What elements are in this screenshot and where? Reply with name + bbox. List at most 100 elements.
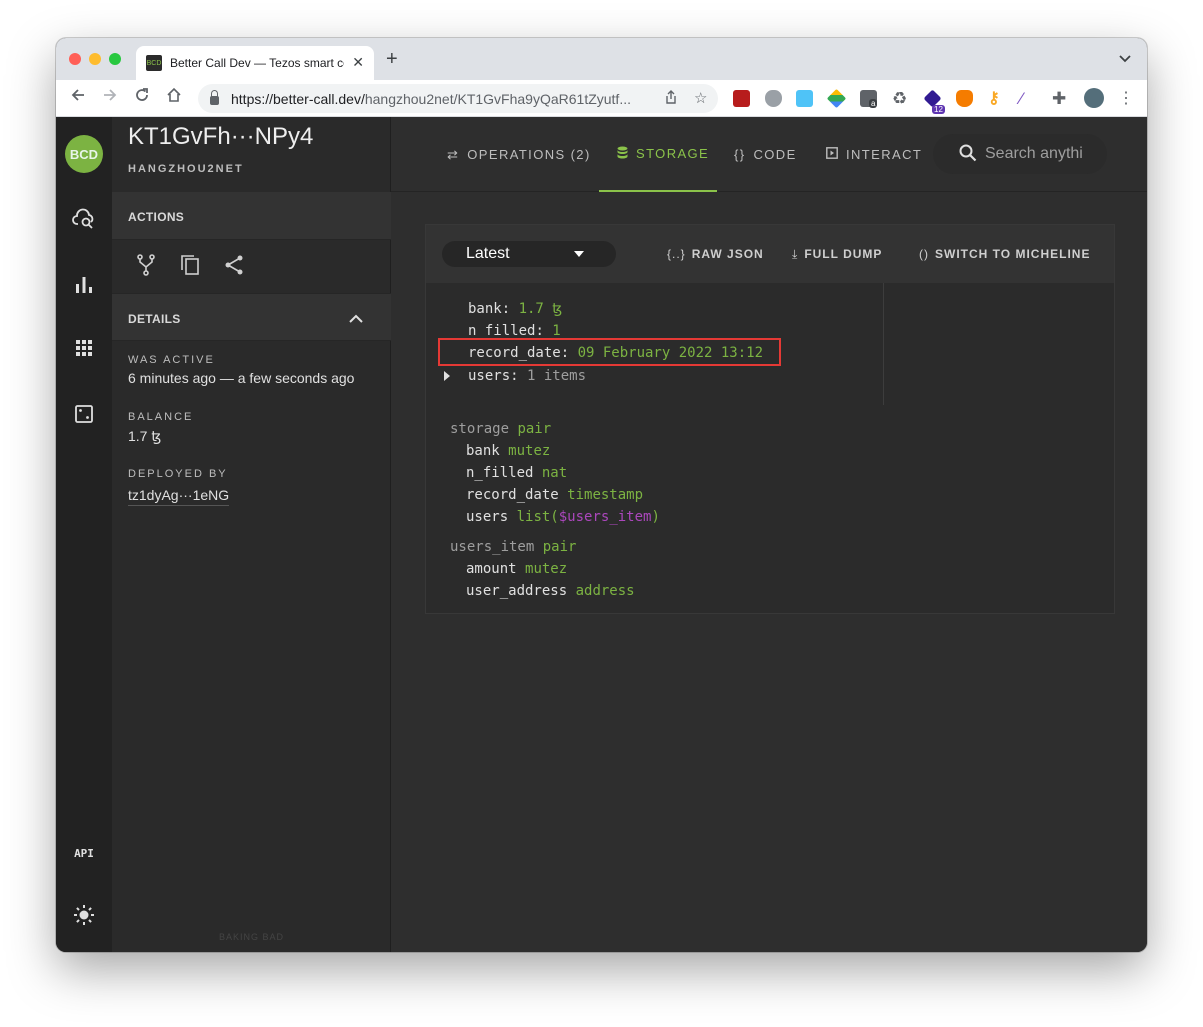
bcd-favicon-icon: BCD bbox=[146, 55, 162, 71]
contract-title: KT1GvFh···NPy4 bbox=[128, 123, 314, 150]
search-input[interactable]: Search anythi bbox=[933, 134, 1107, 174]
schema-name: users bbox=[466, 509, 509, 525]
chevron-up-icon[interactable] bbox=[349, 311, 363, 329]
close-window-button[interactable] bbox=[69, 53, 81, 65]
tab-storage[interactable]: STORAGE bbox=[599, 117, 717, 192]
field-value: 1 items bbox=[527, 368, 587, 384]
back-arrow-icon[interactable] bbox=[70, 87, 86, 108]
tab-code-label: CODE bbox=[753, 147, 797, 162]
schema-name: amount bbox=[466, 561, 517, 577]
tab-close-icon[interactable]: ✕ bbox=[352, 54, 364, 71]
expand-caret-icon[interactable] bbox=[444, 371, 450, 381]
metamask-fox-icon[interactable] bbox=[956, 90, 973, 107]
extension-key-icon[interactable]: ⚷ bbox=[988, 90, 1005, 107]
tab-operations[interactable]: ⇄ OPERATIONS (2) bbox=[447, 117, 591, 192]
braces-icon: {} bbox=[734, 147, 746, 162]
share-nodes-icon[interactable] bbox=[222, 253, 246, 277]
recycle-icon[interactable]: ♻ bbox=[892, 90, 909, 107]
search-placeholder: Search anythi bbox=[985, 145, 1083, 162]
dice-icon[interactable] bbox=[70, 400, 98, 428]
arrows-icon: ⇄ bbox=[447, 146, 460, 162]
maximize-window-button[interactable] bbox=[109, 53, 121, 65]
storage-field-n-filled: n_filled: 1 bbox=[468, 323, 561, 335]
schema-name: record_date bbox=[466, 487, 559, 503]
chrome-menu-icon[interactable]: ⋮ bbox=[1118, 90, 1134, 107]
field-key: users bbox=[468, 368, 511, 384]
url-text: https://better-call.dev/hangzhou2net/KT1… bbox=[231, 91, 651, 107]
schema-type: list( bbox=[516, 509, 559, 525]
browser-tab-bar: BCD Better Call Dev — Tezos smart contra… bbox=[56, 38, 1147, 80]
schema-type: mutez bbox=[525, 561, 568, 577]
baking-bad-footer[interactable]: BAKING BAD bbox=[112, 932, 391, 942]
storage-toolbar: Latest {..} RAW JSON ⤓ FULL DUMP () SWITCH … bbox=[426, 225, 1114, 283]
full-dump-label: FULL DUMP bbox=[804, 247, 883, 261]
extension-red-icon[interactable] bbox=[733, 90, 750, 107]
balance-label: BALANCE bbox=[128, 411, 194, 423]
extension-ki-icon[interactable]: a bbox=[860, 90, 878, 108]
field-value: 1 bbox=[552, 323, 561, 335]
tab-storage-label: STORAGE bbox=[636, 146, 710, 161]
details-label: DETAILS bbox=[128, 312, 181, 326]
bar-chart-icon[interactable] bbox=[70, 270, 98, 298]
bookmark-star-icon[interactable]: ☆ bbox=[694, 89, 707, 107]
copy-icon[interactable] bbox=[178, 253, 202, 277]
share-icon[interactable] bbox=[664, 89, 678, 109]
schema-type: pair bbox=[542, 539, 577, 555]
cloud-search-icon[interactable] bbox=[70, 205, 98, 233]
tab-interact[interactable]: INTERACT bbox=[826, 117, 922, 192]
url-host: https://better-call.dev/ bbox=[231, 90, 365, 107]
full-dump-button[interactable]: ⤓ FULL DUMP bbox=[792, 247, 882, 262]
feather-icon[interactable]: ⁄ bbox=[1020, 90, 1037, 107]
raw-json-button[interactable]: {..} RAW JSON bbox=[667, 247, 764, 261]
new-tab-button[interactable]: + bbox=[386, 49, 398, 69]
puzzle-extensions-icon[interactable]: ✚ bbox=[1052, 90, 1069, 107]
extension-shield-icon[interactable] bbox=[765, 90, 782, 107]
deployed-by-link[interactable]: tz1dyAg···1eNG bbox=[128, 487, 230, 506]
storage-level-select[interactable]: Latest bbox=[442, 241, 616, 267]
extension-window-icon[interactable] bbox=[796, 90, 813, 107]
fork-icon[interactable] bbox=[134, 253, 158, 277]
field-value: 1.7 ꜩ bbox=[518, 301, 563, 317]
home-icon[interactable] bbox=[166, 87, 182, 108]
reload-icon[interactable] bbox=[134, 87, 150, 108]
browser-tab[interactable]: BCD Better Call Dev — Tezos smart contra… bbox=[136, 46, 374, 80]
play-box-icon bbox=[826, 147, 838, 162]
field-key: n_filled bbox=[468, 323, 536, 335]
theme-sun-icon[interactable] bbox=[70, 901, 98, 929]
details-header[interactable]: DETAILS bbox=[112, 293, 391, 341]
apps-grid-icon[interactable] bbox=[70, 334, 98, 362]
tab-code[interactable]: {} CODE bbox=[734, 117, 797, 192]
schema-line: n_filled nat bbox=[466, 465, 567, 481]
was-active-label: WAS ACTIVE bbox=[128, 354, 215, 366]
minimize-window-button[interactable] bbox=[89, 53, 101, 65]
forward-arrow-icon[interactable] bbox=[102, 87, 118, 108]
storage-tree: bank: 1.7 ꜩ n_filled: 1 record_date: 09 … bbox=[426, 283, 884, 405]
switch-micheline-button[interactable]: () SWITCH TO MICHELINE bbox=[919, 247, 1090, 261]
was-active-value: 6 minutes ago — a few seconds ago bbox=[128, 370, 355, 386]
schema-line: bank mutez bbox=[466, 443, 550, 459]
actions-label: ACTIONS bbox=[128, 210, 185, 224]
schema-line: amount mutez bbox=[466, 561, 567, 577]
schema-type: pair bbox=[517, 421, 552, 437]
schema-line: user_address address bbox=[466, 583, 635, 599]
schema-type: timestamp bbox=[567, 487, 644, 503]
dropdown-caret-icon bbox=[574, 251, 584, 257]
profile-avatar[interactable] bbox=[1084, 88, 1104, 108]
storage-field-users[interactable]: users: 1 items bbox=[468, 368, 586, 384]
schema-var-link[interactable]: $users_item bbox=[559, 509, 652, 525]
address-bar[interactable]: https://better-call.dev/hangzhou2net/KT1… bbox=[198, 84, 718, 113]
drive-icon[interactable] bbox=[826, 88, 847, 109]
deployed-by-address[interactable]: tz1dyAg···1eNG bbox=[128, 487, 230, 506]
contract-tabs: ⇄ OPERATIONS (2) STORAGE {} CODE INTERACT … bbox=[391, 117, 1147, 192]
schema-name: users_item bbox=[450, 539, 535, 555]
schema-line: users list($users_item) bbox=[466, 509, 660, 525]
raw-json-label: RAW JSON bbox=[691, 247, 764, 261]
api-link[interactable]: API bbox=[70, 847, 98, 860]
deployed-by-label: DEPLOYED BY bbox=[128, 468, 228, 480]
tab-search-chevron-icon[interactable] bbox=[1119, 52, 1131, 66]
actions-header: ACTIONS bbox=[112, 192, 391, 240]
field-key: bank bbox=[468, 301, 502, 317]
bcd-logo[interactable]: BCD bbox=[65, 135, 103, 173]
search-icon bbox=[959, 144, 977, 167]
browser-window: BCD Better Call Dev — Tezos smart contra… bbox=[56, 38, 1147, 952]
